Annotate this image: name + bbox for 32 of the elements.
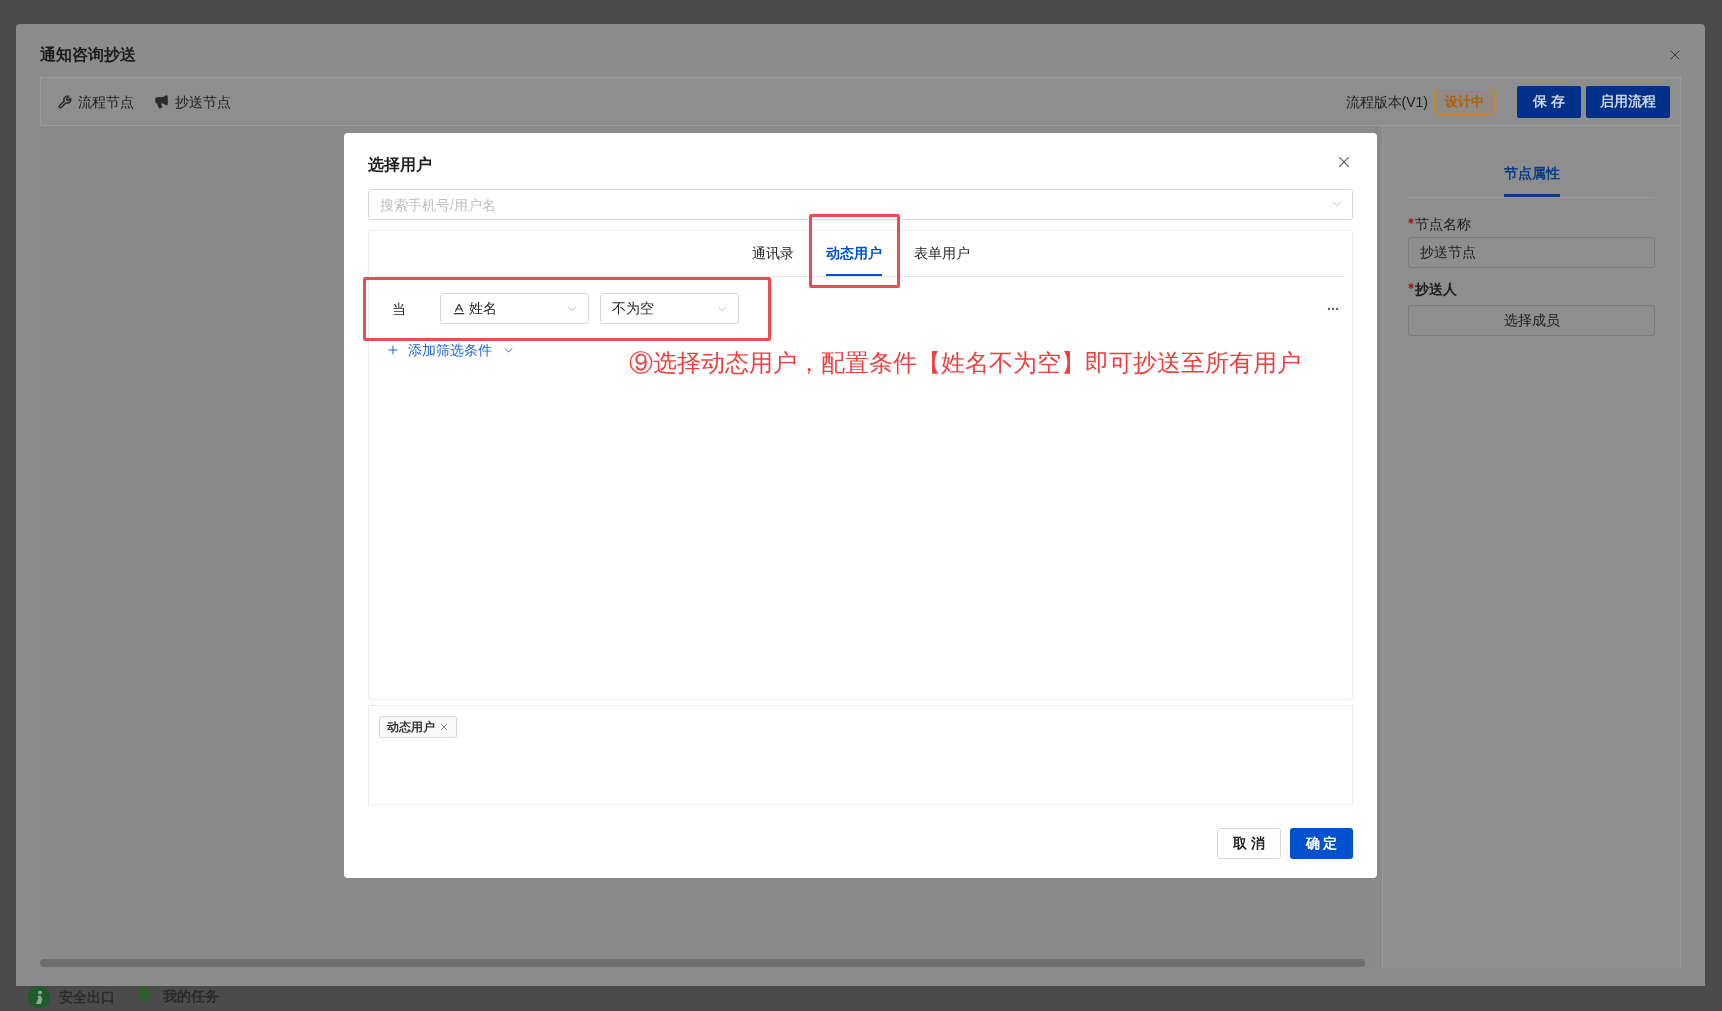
- status-badge: 设计中: [1434, 88, 1495, 115]
- member-picker-button[interactable]: 选择成员: [1408, 305, 1655, 336]
- confirm-button[interactable]: 确 定: [1290, 828, 1353, 859]
- version-label: 流程版本(V1): [1345, 92, 1428, 112]
- bell-icon: [136, 987, 154, 1005]
- drawer-title: 通知咨询抄送: [40, 44, 136, 65]
- user-source-tab[interactable]: 动态用户: [825, 243, 882, 276]
- node-name-input[interactable]: 抄送节点: [1408, 237, 1655, 268]
- field-select[interactable]: 姓名: [440, 293, 589, 324]
- node-palette-item[interactable]: 流程节点: [58, 91, 134, 112]
- field-label: 节点名称: [1415, 215, 1471, 234]
- field-label: 抄送人: [1415, 280, 1457, 299]
- text-type-icon: [452, 301, 466, 316]
- plus-icon: [386, 343, 400, 357]
- node-palette-item[interactable]: 抄送节点: [154, 91, 231, 112]
- search-select[interactable]: 搜索手机号/用户名: [368, 189, 1353, 220]
- megaphone-icon: [154, 94, 169, 109]
- condition-prefix: 当: [392, 299, 406, 319]
- person-circle-icon: [28, 986, 50, 1008]
- save-button[interactable]: 保 存: [1517, 85, 1581, 118]
- user-source-tab[interactable]: 表单用户: [913, 243, 970, 276]
- horizontal-scrollbar[interactable]: [40, 959, 1365, 967]
- remove-icon: [439, 722, 449, 732]
- cancel-button[interactable]: 取 消: [1217, 828, 1281, 859]
- annotation-text: ⑨选择动态用户，配置条件【姓名不为空】即可抄送至所有用户: [629, 348, 1301, 378]
- selected-tag[interactable]: 动态用户: [379, 716, 457, 738]
- dialog-title: 选择用户: [368, 155, 432, 175]
- operator-select[interactable]: 不为空: [600, 293, 739, 324]
- enable-flow-button[interactable]: 启用流程: [1586, 85, 1670, 118]
- wrench-icon: [58, 94, 72, 109]
- add-filter-link[interactable]: 添加筛选条件: [386, 340, 515, 360]
- user-source-tab[interactable]: 通讯录: [751, 243, 794, 276]
